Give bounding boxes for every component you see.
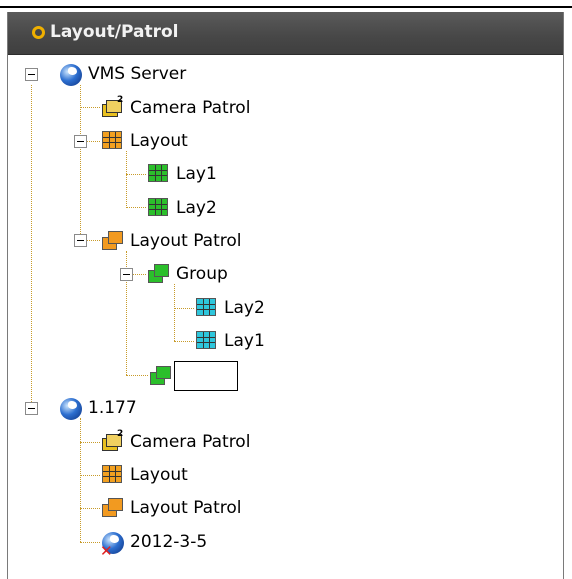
tree-node-lay1[interactable]: Lay1 [148,161,217,187]
node-label: Layout Patrol [130,498,242,518]
collapse-toggle-group[interactable] [120,268,133,281]
top-border [0,6,572,8]
node-label: Lay1 [176,164,217,184]
layout-grid-icon [148,198,168,218]
tree-line [80,418,81,542]
node-label: Group [176,264,228,284]
layout-grid-icon [102,131,122,151]
camera-patrol-icon: 2 [102,429,123,452]
layout-patrol-icon [102,498,123,518]
tree-node-offline-device[interactable]: ✕ 2012-3-5 [100,529,208,560]
node-label: Camera Patrol [130,432,251,452]
tree-node-new-group[interactable] [150,361,238,391]
tree-line [80,107,100,108]
tree-line [80,508,100,509]
panel-title: Layout/Patrol [50,22,179,42]
layout-patrol-panel: Layout/Patrol VMS Server 2 Camera Patrol… [7,12,564,579]
collapse-toggle-layout[interactable] [74,135,87,148]
tree-line [174,308,194,309]
node-label: 1.177 [88,398,137,418]
tree-node-server-177[interactable]: 1.177 [60,395,137,421]
tree-node-camera-patrol-177[interactable]: 2 Camera Patrol [102,429,250,455]
camera-patrol-icon: 2 [102,95,123,118]
collapse-toggle-vms-server[interactable] [25,68,38,81]
group-icon [148,264,169,284]
collapse-toggle-server-177[interactable] [25,402,38,415]
tree-line [174,284,175,341]
node-label: Lay2 [176,198,217,218]
tree-node-group-lay1[interactable]: Lay1 [196,328,265,354]
tree-node-layout-patrol[interactable]: Layout Patrol [102,228,242,254]
tree-line [80,442,100,443]
tree-line [80,475,100,476]
tree-node-camera-patrol[interactable]: 2 Camera Patrol [102,95,250,121]
layout-grid-icon [196,331,216,351]
layout-grid-icon [196,298,216,318]
tree-line [174,341,194,342]
group-icon [150,366,171,386]
node-label: Camera Patrol [130,98,251,118]
node-label: VMS Server [88,64,187,84]
tree-node-group-lay2[interactable]: Lay2 [196,295,265,321]
tree-line [126,174,146,175]
globe-icon [60,64,82,86]
tree-node-layout-177[interactable]: Layout [102,462,188,488]
tree-node-group[interactable]: Group [148,261,228,287]
tree-line [80,85,81,240]
tree-line [80,542,100,543]
tree-node-layout[interactable]: Layout [102,128,188,154]
tree-line [126,207,146,208]
tree-line [126,151,127,206]
tree-line [126,375,148,376]
node-label: Lay1 [224,331,265,351]
node-label: Layout Patrol [130,231,242,251]
tree-node-vms-server[interactable]: VMS Server [60,61,186,87]
node-label: Layout [130,131,188,151]
header-dot-icon [32,26,45,39]
offline-globe-icon: ✕ [100,532,124,560]
layout-tree: VMS Server 2 Camera Patrol Layout Lay1 L… [8,55,563,579]
tree-node-lay2[interactable]: Lay2 [148,195,217,221]
layout-grid-icon [102,465,122,485]
collapse-toggle-layout-patrol[interactable] [74,234,87,247]
node-label: 2012-3-5 [130,532,208,552]
node-label: Layout [130,465,188,485]
globe-icon [60,398,82,420]
tree-line [31,85,32,404]
layout-patrol-icon [102,231,123,251]
node-label: Lay2 [224,298,265,318]
node-rename-input[interactable] [174,361,238,391]
panel-header: Layout/Patrol [8,12,563,55]
tree-node-layout-patrol-177[interactable]: Layout Patrol [102,495,242,521]
layout-grid-icon [148,164,168,184]
